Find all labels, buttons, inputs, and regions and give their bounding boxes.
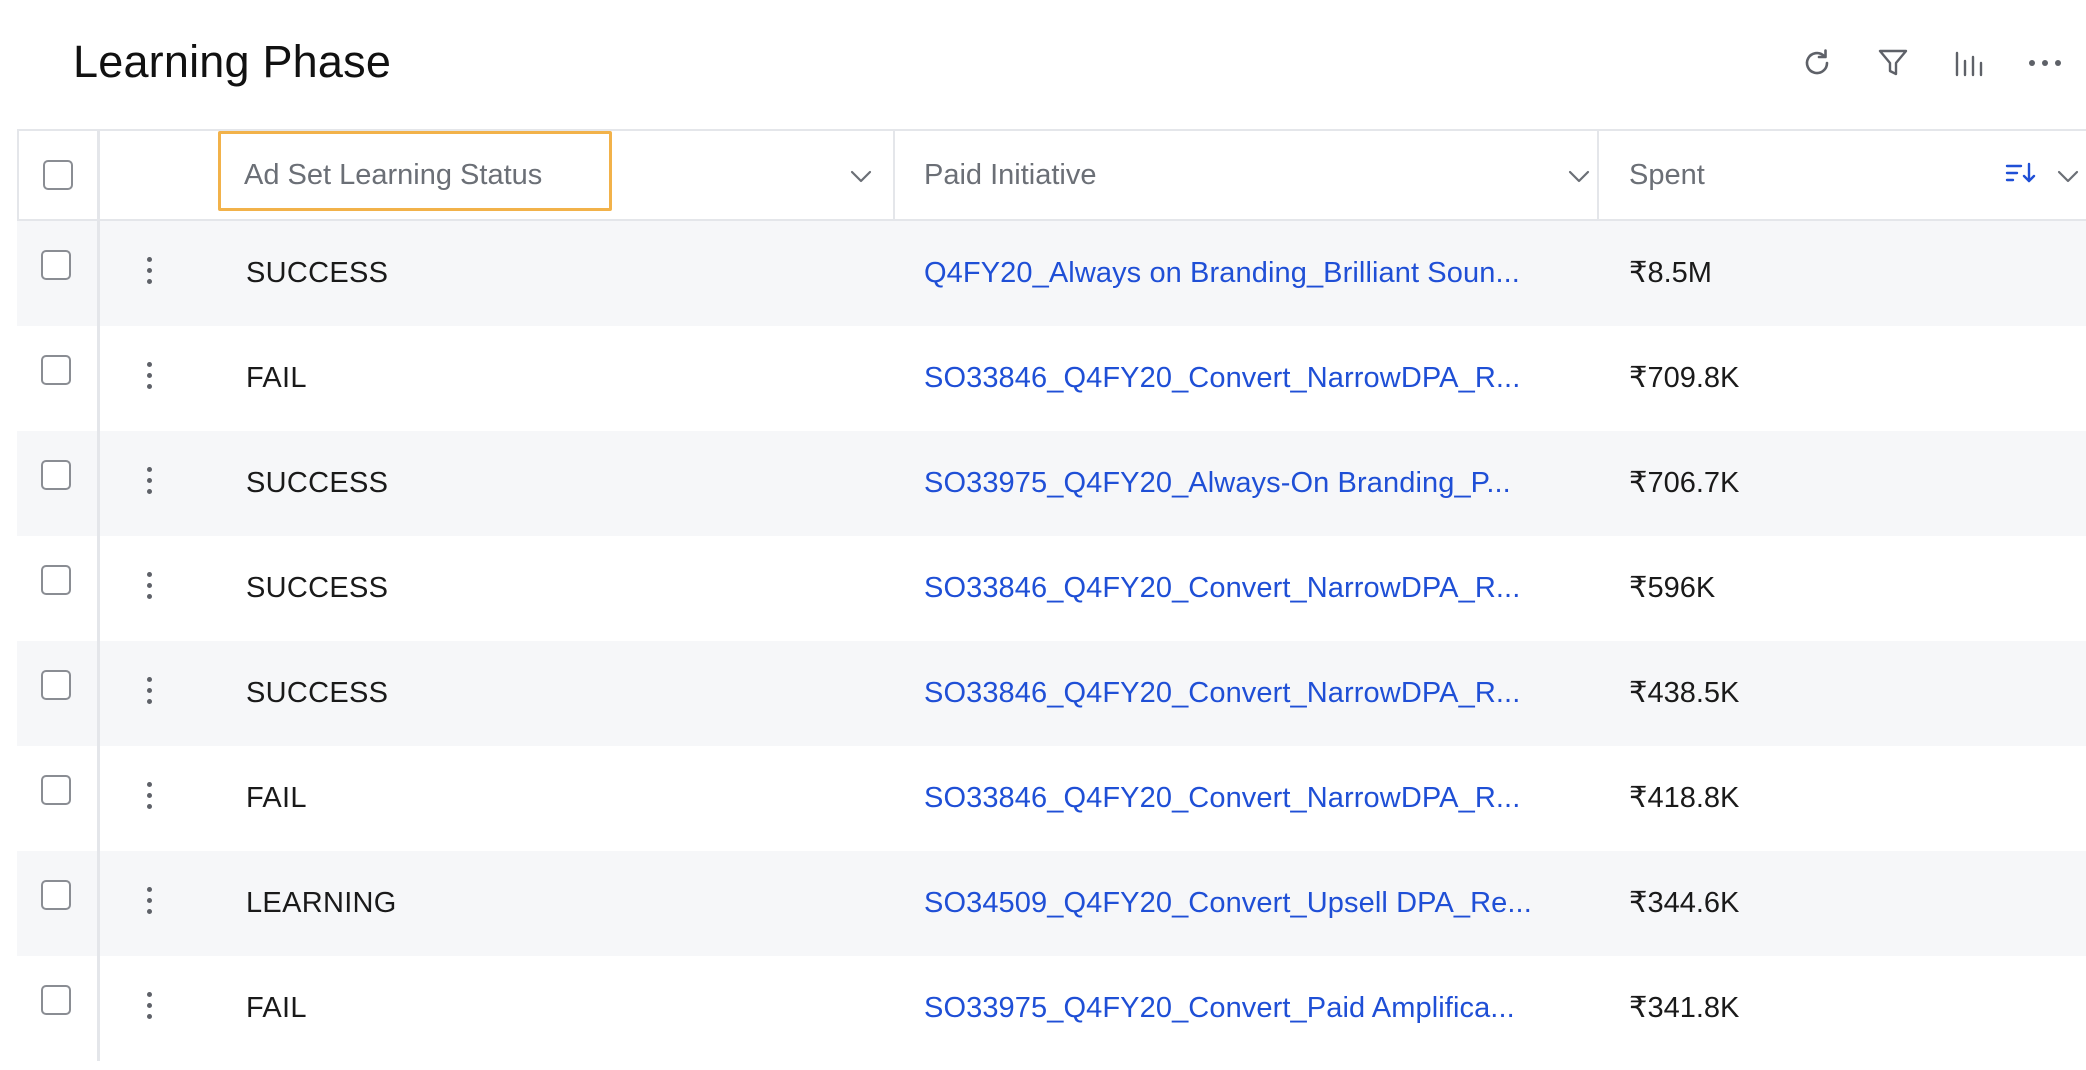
spent-cell: ₹596K [1629,572,1716,604]
column-header-spent[interactable]: Spent [1629,131,1705,219]
spent-cell: ₹341.8K [1629,992,1740,1024]
table-row[interactable]: SUCCESS SO33846_Q4FY20_Convert_NarrowDPA_… [17,536,2086,641]
paid-initiative-link[interactable]: SO33846_Q4FY20_Convert_NarrowDPA_R... [924,536,1520,641]
learning-status-cell: FAIL [246,362,307,394]
spent-cell: ₹438.5K [1629,677,1740,709]
filter-icon [1878,49,1908,76]
spent-cell: ₹344.6K [1629,887,1740,919]
more-options-button[interactable] [2018,36,2072,90]
column-divider [1597,131,1599,219]
columns-icon [1955,51,1983,77]
paid-initiative-link[interactable]: SO33846_Q4FY20_Convert_NarrowDPA_R... [924,326,1520,431]
data-table: Ad Set Learning Status Paid Initiative S… [17,129,2086,1070]
row-actions-icon[interactable] [142,362,156,396]
column-divider [97,956,100,1061]
chevron-down-icon[interactable] [848,163,874,189]
row-actions-icon[interactable] [142,572,156,606]
learning-status-cell: LEARNING [246,887,397,919]
learning-status-cell: SUCCESS [246,257,389,289]
spent-cell: ₹706.7K [1629,467,1740,499]
row-actions-icon[interactable] [142,992,156,1026]
column-divider [893,131,895,219]
row-checkbox[interactable] [41,250,71,280]
row-actions-icon[interactable] [142,677,156,711]
learning-status-cell: SUCCESS [246,677,389,709]
page-title: Learning Phase [73,36,392,87]
toolbar [1790,36,2086,90]
header-select-cell [17,131,100,219]
column-header-paid-initiative[interactable]: Paid Initiative [924,131,1097,219]
refresh-button[interactable] [1790,36,1844,90]
row-checkbox[interactable] [41,355,71,385]
table-row[interactable]: FAIL SO33846_Q4FY20_Convert_NarrowDPA_R..… [17,326,2086,431]
table-row[interactable]: SUCCESS SO33975_Q4FY20_Always-On Branding… [17,431,2086,536]
table-row[interactable]: LEARNING SO34509_Q4FY20_Convert_Upsell DP… [17,851,2086,956]
table-header: Ad Set Learning Status Paid Initiative S… [17,131,2086,221]
refresh-icon [1805,49,1829,75]
column-divider [97,851,100,956]
column-divider [97,746,100,851]
column-divider [97,431,100,536]
row-actions-icon[interactable] [142,887,156,921]
more-icon [2029,60,2061,66]
column-divider [97,326,100,431]
chevron-down-icon[interactable] [2055,163,2081,189]
spent-cell: ₹8.5M [1629,257,1712,289]
row-checkbox[interactable] [41,670,71,700]
row-actions-icon[interactable] [142,257,156,291]
paid-initiative-link[interactable]: SO33975_Q4FY20_Always-On Branding_P... [924,431,1511,536]
row-checkbox[interactable] [41,775,71,805]
row-actions-icon[interactable] [142,467,156,501]
learning-status-cell: FAIL [246,992,307,1024]
column-header-learning-status[interactable]: Ad Set Learning Status [244,131,542,219]
learning-status-cell: SUCCESS [246,572,389,604]
paid-initiative-link[interactable]: Q4FY20_Always on Branding_Brilliant Soun… [924,221,1520,326]
table-row[interactable]: SUCCESS SO33846_Q4FY20_Convert_NarrowDPA_… [17,641,2086,746]
spent-cell: ₹709.8K [1629,362,1740,394]
columns-button[interactable] [1942,36,1996,90]
paid-initiative-link[interactable]: SO33975_Q4FY20_Convert_Paid Amplifica... [924,956,1515,1061]
table-row[interactable]: FAIL SO33846_Q4FY20_Convert_NarrowDPA_R..… [17,746,2086,851]
row-actions-icon[interactable] [142,782,156,816]
row-checkbox[interactable] [41,565,71,595]
column-divider [97,641,100,746]
row-checkbox[interactable] [41,880,71,910]
select-all-checkbox[interactable] [43,160,73,190]
chevron-down-icon[interactable] [1566,163,1592,189]
learning-status-cell: FAIL [246,782,307,814]
column-divider [97,221,100,326]
table-row[interactable]: SUCCESS Q4FY20_Always on Branding_Brillia… [17,221,2086,326]
paid-initiative-link[interactable]: SO33846_Q4FY20_Convert_NarrowDPA_R... [924,641,1520,746]
learning-status-cell: SUCCESS [246,467,389,499]
filter-button[interactable] [1866,36,1920,90]
spent-cell: ₹418.8K [1629,782,1740,814]
paid-initiative-link[interactable]: SO33846_Q4FY20_Convert_NarrowDPA_R... [924,746,1520,851]
column-divider [97,536,100,641]
row-checkbox[interactable] [41,460,71,490]
sort-descending-icon[interactable] [2004,159,2038,189]
table-row[interactable]: FAIL SO33975_Q4FY20_Convert_Paid Amplific… [17,956,2086,1061]
paid-initiative-link[interactable]: SO34509_Q4FY20_Convert_Upsell DPA_Re... [924,851,1532,956]
row-checkbox[interactable] [41,985,71,1015]
